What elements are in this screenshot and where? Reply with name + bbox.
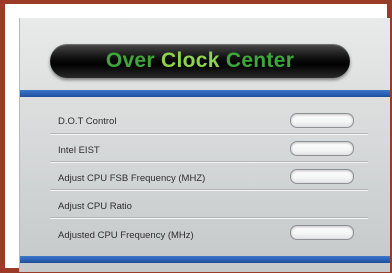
dot-control-label: D.O.T Control <box>58 116 117 127</box>
adjusted-cpu-frequency-field[interactable] <box>290 225 354 240</box>
dot-control-field[interactable] <box>290 113 354 128</box>
page-title: Over Clock Center <box>50 44 350 78</box>
title-word-1: Over <box>105 49 155 72</box>
title-banner: Over Clock Center <box>50 44 350 78</box>
title-word-2: Clock <box>161 49 220 72</box>
cpu-fsb-frequency-field[interactable] <box>290 169 354 184</box>
row-divider <box>50 133 368 135</box>
row-divider <box>50 161 368 163</box>
adjusted-cpu-frequency-label: Adjusted CPU Frequency (MHz) <box>58 230 194 241</box>
cpu-ratio-label: Adjust CPU Ratio <box>58 201 132 212</box>
row-divider <box>50 189 368 191</box>
window-frame: Over Clock Center D.O.T Control Intel EI… <box>5 4 390 272</box>
intel-eist-label: Intel EIST <box>58 145 100 156</box>
cpu-fsb-frequency-label: Adjust CPU FSB Frequency (MHZ) <box>58 173 206 184</box>
overclock-panel: Over Clock Center D.O.T Control Intel EI… <box>19 18 390 272</box>
footer-accent-bar <box>20 256 390 263</box>
intel-eist-field[interactable] <box>290 141 354 156</box>
row-divider <box>50 217 368 219</box>
title-word-3: Center <box>225 49 295 72</box>
header-accent-bar <box>20 90 390 97</box>
